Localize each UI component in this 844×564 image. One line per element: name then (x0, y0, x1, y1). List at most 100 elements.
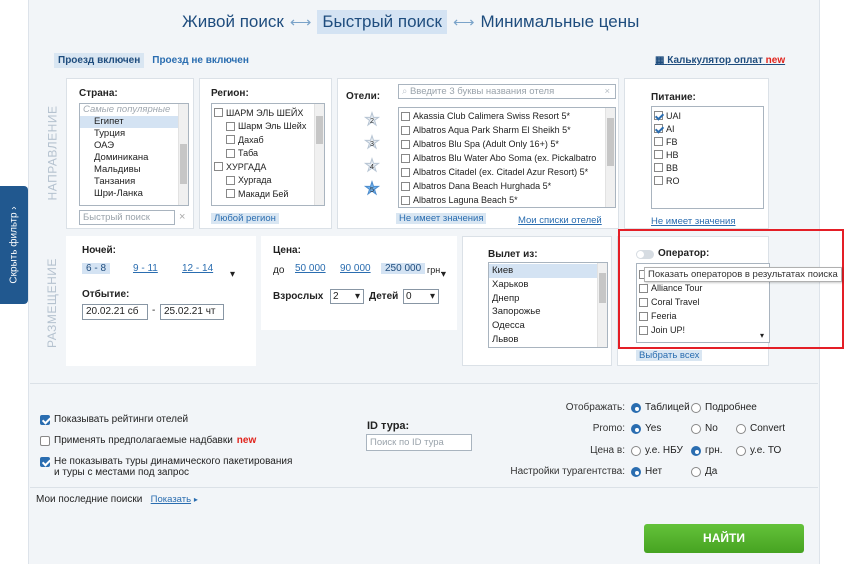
clear-icon[interactable]: × (604, 85, 610, 99)
checkbox[interactable] (40, 457, 50, 467)
radio[interactable] (631, 402, 641, 413)
checkbox[interactable] (401, 153, 410, 163)
hide-filter-tab[interactable]: Скрыть фильтр › (0, 186, 28, 304)
price-nbu-option[interactable]: у.е. НБУ (631, 445, 683, 456)
show-recent-link[interactable]: Показать (151, 494, 191, 505)
region-list-item[interactable]: Макади Бей (212, 187, 324, 201)
payment-calculator-link[interactable]: ▦ Калькулятор оплат new (655, 55, 785, 66)
nights-option-3[interactable]: 12 - 14 (182, 263, 213, 274)
radio[interactable] (631, 466, 641, 477)
radio[interactable] (736, 423, 746, 434)
hotel-list-item[interactable]: Albatros Blu Water Abo Soma (ex. Pickalb… (399, 151, 615, 165)
country-list-item[interactable]: Самые популярные (80, 104, 188, 116)
checkbox[interactable] (654, 176, 663, 185)
hotel-no-matter-link[interactable]: Не имеет значения (396, 213, 487, 224)
children-select[interactable]: 0 (403, 289, 439, 304)
country-list-item[interactable]: ОАЭ (80, 140, 188, 152)
price-to-option[interactable]: у.е. ТО (736, 445, 781, 456)
checkbox[interactable] (214, 108, 223, 118)
region-list-item[interactable]: ШАРМ ЭЛЬ ШЕЙХ (212, 106, 324, 120)
display-table-option[interactable]: Таблицей (631, 402, 690, 413)
depart-from-list[interactable]: Киев Харьков Днепр Запорожье Одесса Львов (488, 262, 608, 348)
checkbox[interactable] (226, 148, 235, 158)
promo-yes-option[interactable]: Yes (631, 423, 661, 434)
depart-city-item[interactable]: Днепр (489, 292, 607, 306)
food-no-matter-link[interactable]: Не имеет значения (651, 216, 735, 227)
checkbox[interactable] (654, 150, 663, 159)
apply-markups-option[interactable]: Применять предполагаемые надбавки new (40, 435, 256, 446)
checkbox[interactable] (654, 137, 663, 146)
food-list-item[interactable]: HB (652, 148, 763, 161)
scrollbar[interactable] (753, 107, 763, 208)
price-uah-option[interactable]: грн. (691, 445, 723, 456)
region-list-item[interactable]: Шарм Эль Шейх (212, 120, 324, 134)
hotel-list-item[interactable]: Albatros Blu Spa (Adult Only 16+) 5* (399, 137, 615, 151)
radio[interactable] (691, 466, 701, 477)
price-option-3[interactable]: 250 000 (381, 263, 426, 274)
checkbox[interactable] (40, 435, 50, 446)
food-list-item[interactable]: AI (652, 122, 763, 135)
checkbox[interactable] (401, 167, 410, 177)
my-hotel-lists-link[interactable]: Мои списки отелей (518, 215, 602, 226)
chevron-down-icon[interactable]: ▾ (230, 269, 235, 280)
country-list-item[interactable]: Танзания (80, 176, 188, 188)
checkbox[interactable] (654, 124, 663, 133)
checkbox[interactable] (401, 195, 410, 205)
food-list-item[interactable]: RO (652, 174, 763, 187)
hide-dynamic-tours-option[interactable]: Не показывать туры динамического пакетир… (40, 456, 292, 478)
checkbox[interactable] (226, 135, 235, 145)
depart-city-item[interactable]: Запорожье (489, 305, 607, 319)
checkbox[interactable] (401, 181, 410, 191)
price-option-1[interactable]: 50 000 (295, 263, 326, 274)
region-list[interactable]: ШАРМ ЭЛЬ ШЕЙХ Шарм Эль Шейх Дахаб Таба ХУРГА… (211, 103, 325, 206)
country-list[interactable]: Самые популярные Египет Турция ОАЭ Доминикан… (79, 103, 189, 206)
food-list-item[interactable]: FB (652, 135, 763, 148)
travel-included-tab[interactable]: Проезд включен (54, 53, 145, 68)
travel-excluded-tab[interactable]: Проезд не включен (152, 53, 249, 68)
scrollbar[interactable] (597, 263, 607, 347)
agency-yes-option[interactable]: Да (691, 466, 717, 477)
radio[interactable] (631, 423, 641, 434)
country-quick-search[interactable]: Быстрый поиск (79, 210, 175, 225)
date-to-field[interactable]: 25.02.21 чт (160, 304, 224, 320)
checkbox[interactable] (654, 111, 663, 120)
scrollbar[interactable] (605, 108, 615, 207)
hotel-list-item[interactable]: Albatros Dana Beach Hurghada 5* (399, 179, 615, 193)
star-filter-2[interactable]: ★ 2 (363, 110, 381, 129)
display-detailed-option[interactable]: Подробнее (691, 402, 757, 413)
food-list-item[interactable]: UAI (652, 109, 763, 122)
tour-id-input[interactable]: Поиск по ID тура (366, 434, 472, 451)
show-ratings-option[interactable]: Показывать рейтинги отелей (40, 414, 188, 425)
adults-select[interactable]: 2 (330, 289, 364, 304)
hotel-list-item[interactable]: Akassia Club Calimera Swiss Resort 5* (399, 109, 615, 123)
star-filter-4[interactable]: ★ 4 (363, 156, 381, 175)
checkbox[interactable] (401, 125, 410, 135)
region-list-item[interactable]: Дахаб (212, 133, 324, 147)
hotel-list[interactable]: Akassia Club Calimera Swiss Resort 5* Alb… (398, 107, 616, 208)
select-all-operators-link[interactable]: Выбрать всех (636, 350, 703, 361)
radio[interactable] (691, 402, 701, 413)
promo-no-option[interactable]: No (691, 423, 718, 434)
promo-convert-option[interactable]: Convert (736, 423, 785, 434)
star-filter-5[interactable]: ★ 5 (363, 179, 381, 198)
fast-search-tab[interactable]: Быстрый поиск (317, 10, 447, 34)
star-filter-3[interactable]: ★ 3 (363, 133, 381, 152)
checkbox[interactable] (214, 162, 223, 172)
hotel-list-item[interactable]: Albatros Aqua Park Sharm El Sheikh 5* (399, 123, 615, 137)
checkbox[interactable] (226, 189, 235, 199)
checkbox[interactable] (226, 121, 235, 131)
country-list-item[interactable]: Египет (80, 116, 188, 128)
checkbox[interactable] (401, 111, 410, 121)
region-list-item[interactable]: Хургада (212, 174, 324, 188)
food-list[interactable]: UAI AI FB HB BB RO (651, 106, 764, 209)
search-button[interactable]: НАЙТИ (644, 524, 804, 553)
agency-no-option[interactable]: Нет (631, 466, 662, 477)
depart-city-item[interactable]: Харьков (489, 278, 607, 292)
radio[interactable] (691, 445, 701, 456)
nights-option-1[interactable]: 6 - 8 (82, 263, 111, 274)
clear-icon[interactable]: × (179, 211, 185, 223)
depart-city-item[interactable]: Одесса (489, 319, 607, 333)
food-list-item[interactable]: BB (652, 161, 763, 174)
chevron-down-icon[interactable]: ▾ (441, 269, 446, 280)
region-list-item[interactable]: Таба (212, 147, 324, 161)
